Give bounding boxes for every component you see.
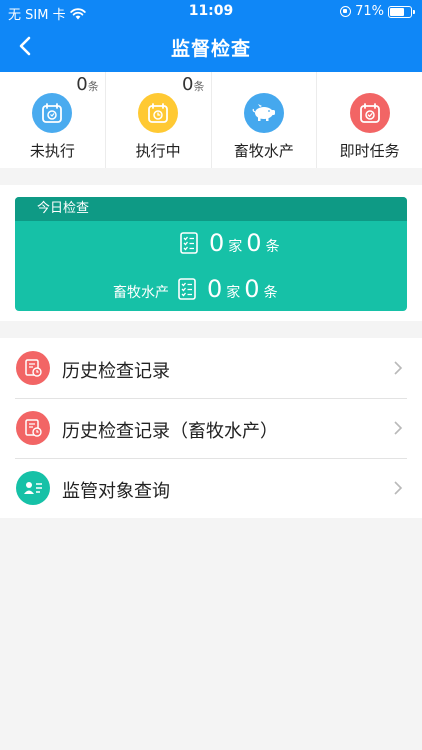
- list-item-label: 历史检查记录: [62, 361, 170, 382]
- today-row-livestock: 畜牧水产 0 家 0 条: [113, 273, 278, 303]
- list-item-history-livestock[interactable]: 历史检查记录（畜牧水产）: [0, 398, 422, 458]
- record-history-icon: [16, 351, 50, 385]
- list-item-supervised-query[interactable]: 监管对象查询: [0, 458, 422, 518]
- unexecuted-count: 0条: [76, 74, 99, 95]
- menu-list: 历史检查记录 历史检查记录（畜牧水产） 监管对象查询: [0, 338, 422, 518]
- today-section: 今日检查 0 家 0 条 畜牧水产 0 家 0 条: [0, 185, 422, 321]
- grid-label: 畜牧水产: [233, 142, 294, 160]
- grid-item-livestock[interactable]: 畜牧水产: [212, 72, 318, 168]
- livestock-home-unit: 家: [226, 285, 241, 301]
- grid-item-unexecuted[interactable]: 0条 未执行: [0, 72, 106, 168]
- id-card-icon: [16, 471, 50, 505]
- list-item-label: 监管对象查询: [62, 481, 170, 502]
- grid-item-instant-task[interactable]: 即时任务: [317, 72, 422, 168]
- grid-label: 未执行: [29, 142, 75, 160]
- today-row-general: 0 家 0 条: [179, 227, 280, 257]
- livestock-item-unit: 条: [263, 285, 278, 301]
- livestock-homes: 0: [207, 275, 223, 303]
- task-grid: 0条 未执行 0条 执行中 畜牧水产 即时任务: [0, 72, 422, 168]
- battery-area: 71%: [340, 4, 415, 19]
- today-card-title: 今日检查: [15, 197, 407, 221]
- grid-label: 即时任务: [339, 142, 400, 160]
- battery-fill: [390, 7, 405, 16]
- grid-item-in-progress[interactable]: 0条 执行中: [106, 72, 212, 168]
- checklist-icon: [178, 278, 196, 300]
- today-home-unit: 家: [228, 239, 243, 255]
- grid-label: 执行中: [135, 142, 181, 160]
- today-homes: 0: [209, 229, 225, 257]
- list-item-history-records[interactable]: 历史检查记录: [0, 338, 422, 398]
- calendar-check-icon: [349, 93, 390, 133]
- battery-percent: 71%: [355, 4, 384, 19]
- checklist-icon: [180, 232, 198, 254]
- today-item-unit: 条: [265, 239, 280, 255]
- calendar-pending-icon: [32, 93, 73, 133]
- livestock-items: 0: [244, 275, 260, 303]
- battery-icon: [388, 5, 415, 18]
- today-livestock-label: 畜牧水产: [113, 285, 169, 301]
- pig-icon: [243, 93, 284, 133]
- list-item-label: 历史检查记录（畜牧水产）: [62, 421, 278, 442]
- orientation-lock-icon: [340, 6, 352, 17]
- chevron-right-icon: [394, 421, 403, 435]
- status-bar: 无 SIM 卡 11:09 71%: [0, 0, 422, 24]
- record-history-icon: [16, 411, 50, 445]
- top-header: 无 SIM 卡 11:09 71% 监督检查: [0, 0, 422, 72]
- chevron-right-icon: [394, 361, 403, 375]
- chevron-right-icon: [394, 481, 403, 495]
- calendar-clock-icon: [138, 93, 179, 133]
- page-title: 监督检查: [170, 38, 251, 60]
- in-progress-count: 0条: [182, 74, 205, 95]
- today-items: 0: [246, 229, 262, 257]
- today-card[interactable]: 今日检查 0 家 0 条 畜牧水产 0 家 0 条: [15, 197, 407, 311]
